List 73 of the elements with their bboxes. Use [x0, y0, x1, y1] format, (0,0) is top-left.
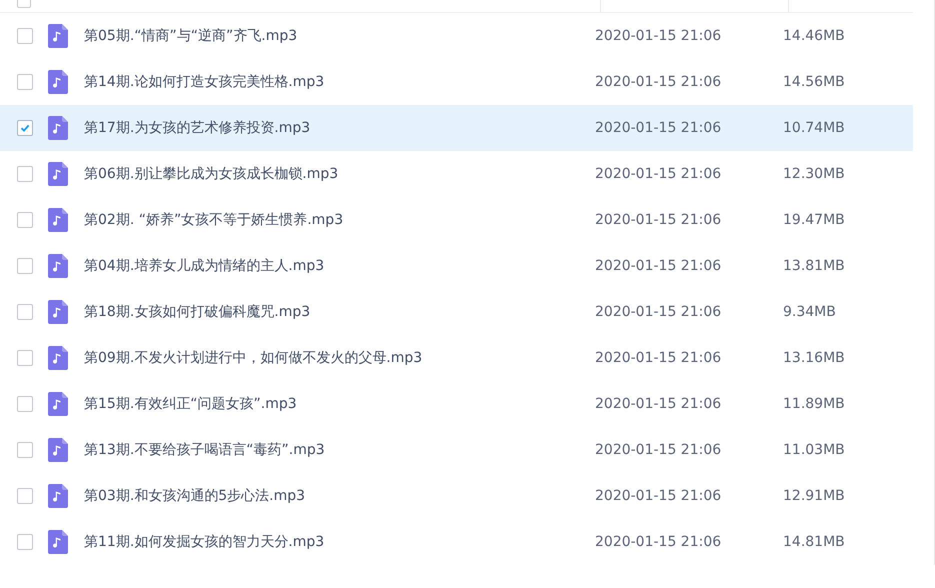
- file-size: 14.56MB: [783, 74, 845, 90]
- checkbox[interactable]: [17, 350, 33, 366]
- file-size: 12.91MB: [783, 488, 845, 504]
- file-row[interactable]: 第17期.为女孩的艺术修养投资.mp3 2020-01-15 21:06 10.74MB: [0, 105, 913, 151]
- file-row[interactable]: 第02期. “娇养”女孩不等于娇生惯养.mp3 2020-01-15 21:06 19.47MB: [0, 197, 913, 243]
- modified-time: 2020-01-15 21:06: [595, 304, 722, 320]
- file-size: 13.16MB: [783, 350, 845, 366]
- checkbox[interactable]: [17, 396, 33, 412]
- music-file-icon: [48, 300, 68, 324]
- music-file-icon: [48, 346, 68, 370]
- modified-time: 2020-01-15 21:06: [595, 120, 722, 136]
- file-row[interactable]: 第09期.不发火计划进行中，如何做不发火的父母.mp3 2020-01-15 21:06 13.16MB: [0, 335, 913, 381]
- modified-time: 2020-01-15 21:06: [595, 28, 722, 44]
- file-name: 第13期.不要给孩子喝语言“毒药”.mp3: [84, 441, 326, 459]
- checkbox[interactable]: [17, 488, 33, 504]
- modified-time: 2020-01-15 21:06: [595, 488, 722, 504]
- file-size: 14.81MB: [783, 534, 845, 550]
- file-row[interactable]: 第03期.和女孩沟通的5步心法.mp3 2020-01-15 21:06 12.91MB: [0, 473, 913, 519]
- modified-time: 2020-01-15 21:06: [595, 396, 722, 412]
- file-size: 11.03MB: [783, 442, 845, 458]
- music-file-icon: [48, 116, 68, 140]
- file-name: 第09期.不发火计划进行中，如何做不发火的父母.mp3: [84, 349, 424, 367]
- checkbox[interactable]: [17, 304, 33, 320]
- file-size: 19.47MB: [783, 212, 845, 228]
- file-name: 第14期.论如何打造女孩完美性格.mp3: [84, 73, 326, 91]
- music-file-icon: [48, 484, 68, 508]
- checkbox[interactable]: [17, 212, 33, 228]
- modified-time: 2020-01-15 21:06: [595, 534, 722, 550]
- checkbox[interactable]: [17, 534, 33, 550]
- checkbox[interactable]: [17, 166, 33, 182]
- checkbox[interactable]: [17, 28, 33, 44]
- music-file-icon: [48, 162, 68, 186]
- file-size: 9.34MB: [783, 304, 836, 320]
- file-name: 第11期.如何发掘女孩的智力天分.mp3: [84, 533, 326, 551]
- file-size: 10.74MB: [783, 120, 845, 136]
- checkbox[interactable]: [17, 258, 33, 274]
- file-name: 第06期.别让攀比成为女孩成长枷锁.mp3: [84, 165, 340, 183]
- modified-time: 2020-01-15 21:06: [595, 258, 722, 274]
- file-name: 第18期.女孩如何打破偏科魔咒.mp3: [84, 303, 312, 321]
- music-file-icon: [48, 70, 68, 94]
- file-row[interactable]: 第13期.不要给孩子喝语言“毒药”.mp3 2020-01-15 21:06 11.03MB: [0, 427, 913, 473]
- music-file-icon: [48, 438, 68, 462]
- file-row[interactable]: 第18期.女孩如何打破偏科魔咒.mp3 2020-01-15 21:06 9.34MB: [0, 289, 913, 335]
- checkbox[interactable]: [17, 120, 33, 136]
- music-file-icon: [48, 254, 68, 278]
- music-file-icon: [48, 530, 68, 554]
- file-name: 第02期. “娇养”女孩不等于娇生惯养.mp3: [84, 211, 344, 229]
- file-row[interactable]: 第11期.如何发掘女孩的智力天分.mp3 2020-01-15 21:06 14.81MB: [0, 519, 913, 565]
- file-row[interactable]: 第04期.培养女儿成为情绪的主人.mp3 2020-01-15 21:06 13.81MB: [0, 243, 913, 289]
- modified-time: 2020-01-15 21:06: [595, 74, 722, 90]
- file-name: 第04期.培养女儿成为情绪的主人.mp3: [84, 257, 326, 275]
- file-row[interactable]: 第05期.“情商”与“逆商”齐飞.mp3 2020-01-15 21:06 14.46MB: [0, 13, 913, 59]
- file-name: 第17期.为女孩的艺术修养投资.mp3: [84, 119, 312, 137]
- file-row[interactable]: 第06期.别让攀比成为女孩成长枷锁.mp3 2020-01-15 21:06 12.30MB: [0, 151, 913, 197]
- checkmark-icon: [19, 122, 31, 134]
- file-size: 11.89MB: [783, 396, 845, 412]
- checkbox[interactable]: [17, 442, 33, 458]
- checkbox[interactable]: [17, 74, 33, 90]
- file-row[interactable]: 第15期.有效纠正“问题女孩”.mp3 2020-01-15 21:06 11.89MB: [0, 381, 913, 427]
- file-name: 第03期.和女孩沟通的5步心法.mp3: [84, 487, 306, 505]
- music-file-icon: [48, 392, 68, 416]
- file-size: 14.46MB: [783, 28, 845, 44]
- file-name: 第05期.“情商”与“逆商”齐飞.mp3: [84, 27, 298, 45]
- modified-time: 2020-01-15 21:06: [595, 166, 722, 182]
- music-file-icon: [48, 24, 68, 48]
- file-name: 第15期.有效纠正“问题女孩”.mp3: [84, 395, 298, 413]
- file-size: 13.81MB: [783, 258, 845, 274]
- file-size: 12.30MB: [783, 166, 845, 182]
- modified-time: 2020-01-15 21:06: [595, 442, 722, 458]
- file-row[interactable]: 第14期.论如何打造女孩完美性格.mp3 2020-01-15 21:06 14.56MB: [0, 59, 913, 105]
- modified-time: 2020-01-15 21:06: [595, 350, 722, 366]
- modified-time: 2020-01-15 21:06: [595, 212, 722, 228]
- music-file-icon: [48, 208, 68, 232]
